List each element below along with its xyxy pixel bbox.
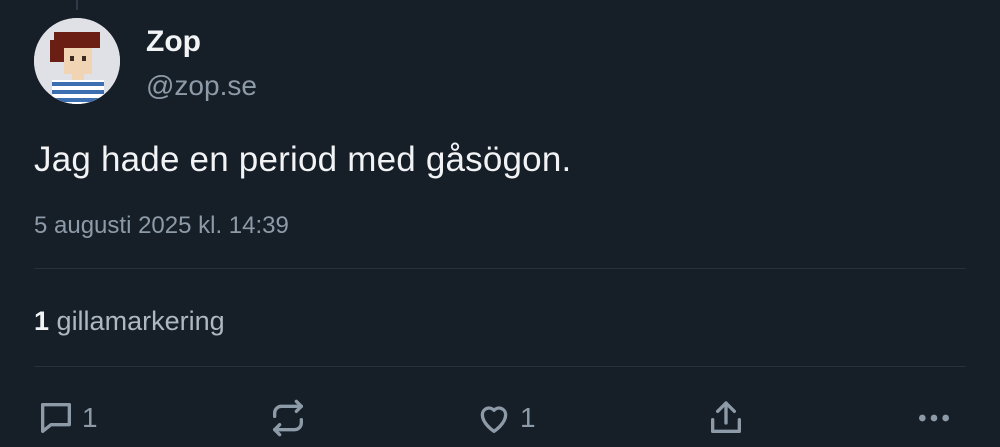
pixel-art-avatar-icon [34, 18, 120, 104]
more-icon [919, 414, 949, 422]
post-detail: Zop @zop.se Jag hade en period med gåsög… [0, 0, 1000, 447]
heart-icon [480, 406, 508, 433]
post-text: Jag hade en period med gåsögon. [34, 140, 572, 179]
author-display-name[interactable]: Zop [146, 24, 201, 60]
post-actions: 1 1 [0, 390, 1000, 447]
like-count: 1 [520, 402, 536, 433]
share-icon [711, 401, 741, 433]
author-handle[interactable]: @zop.se [146, 68, 257, 104]
reply-button[interactable]: 1 [36, 398, 98, 438]
likes-label: gillamarkering [56, 306, 225, 336]
divider [34, 268, 966, 269]
reply-icon [41, 403, 72, 433]
post-timestamp: 5 augusti 2025 kl. 14:39 [34, 212, 289, 239]
repost-button[interactable] [268, 398, 308, 438]
likes-count: 1 [34, 306, 50, 336]
more-options-button[interactable] [914, 398, 954, 438]
share-button[interactable] [706, 398, 746, 438]
divider [34, 366, 966, 367]
reply-count: 1 [82, 402, 98, 433]
thread-line [76, 0, 78, 10]
like-button[interactable]: 1 [474, 398, 536, 438]
repost-icon [273, 399, 303, 437]
likes-summary[interactable]: 1 gillamarkering [34, 302, 225, 340]
avatar[interactable] [34, 18, 120, 104]
